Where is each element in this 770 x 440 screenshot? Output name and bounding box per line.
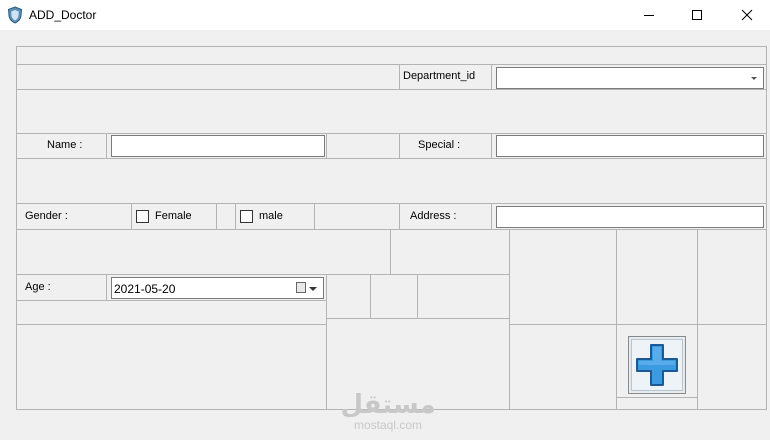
layout-cell-empty: [16, 300, 327, 325]
special-input[interactable]: [496, 135, 764, 157]
address-input[interactable]: [496, 206, 764, 228]
gender-label: Gender :: [25, 210, 68, 222]
layout-cell-empty: [216, 203, 236, 230]
layout-row-spacer: [16, 89, 767, 134]
window-title: ADD_Doctor: [29, 8, 97, 22]
minimize-icon: [644, 15, 654, 16]
female-checkbox[interactable]: [136, 210, 149, 223]
layout-cell-empty: [697, 324, 767, 410]
layout-cell-empty: [616, 229, 698, 325]
layout-cell-empty: [370, 274, 418, 319]
plus-icon: [636, 344, 678, 386]
male-checkbox[interactable]: [240, 210, 253, 223]
layout-cell-empty: [16, 64, 400, 90]
layout-cell-empty: [16, 229, 391, 275]
shield-app-icon: [7, 6, 23, 24]
chevron-down-icon: [751, 77, 757, 80]
close-button[interactable]: [724, 0, 770, 30]
layout-cell-empty: [697, 229, 767, 325]
address-label: Address :: [410, 210, 457, 222]
special-label: Special :: [418, 139, 461, 151]
female-label: Female: [155, 210, 192, 222]
close-icon: [741, 9, 753, 21]
department-label: Department_id: [403, 70, 476, 82]
age-date-picker[interactable]: 2021-05-20: [111, 277, 324, 299]
calendar-icon: [296, 282, 306, 293]
title-bar[interactable]: ADD_Doctor: [0, 0, 770, 30]
layout-cell-empty: [314, 203, 400, 230]
age-label: Age :: [25, 281, 51, 293]
watermark: مستقل mostaql.com: [338, 392, 438, 432]
layout-cell-empty: [509, 324, 617, 410]
layout-row-top: [16, 46, 767, 65]
add-doctor-button[interactable]: [628, 336, 686, 394]
layout-cell-empty: [390, 229, 510, 275]
age-date-value: 2021-05-20: [114, 282, 176, 296]
name-input[interactable]: [111, 135, 325, 157]
department-select[interactable]: [496, 67, 764, 89]
male-label: male: [259, 210, 283, 222]
watermark-arabic: مستقل: [340, 390, 436, 420]
layout-cell-empty: [616, 397, 698, 410]
layout-cell-empty: [509, 229, 617, 325]
chevron-down-icon: [309, 287, 317, 291]
layout-cell-empty: [326, 133, 400, 159]
layout-cell-empty: [16, 324, 327, 410]
maximize-icon: [692, 10, 702, 20]
minimize-button[interactable]: [626, 0, 672, 30]
layout-row-spacer: [16, 158, 767, 204]
maximize-button[interactable]: [674, 0, 720, 30]
watermark-latin: mostaql.com: [353, 418, 423, 432]
name-label: Name :: [47, 139, 83, 151]
layout-cell-empty: [417, 274, 510, 319]
add-button-face: [631, 339, 683, 391]
layout-cell-empty: [326, 274, 371, 319]
